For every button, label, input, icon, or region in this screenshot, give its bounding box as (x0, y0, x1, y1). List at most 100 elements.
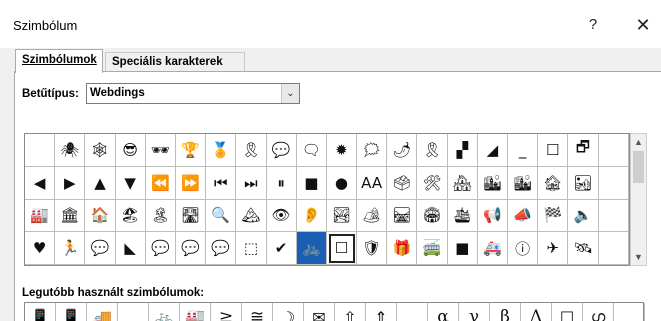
scroll-up-icon[interactable]: ▲ (631, 134, 646, 150)
symbol-cell[interactable]: 🏕 (357, 199, 388, 233)
symbol-cell[interactable]: ⏩ (175, 166, 207, 200)
symbol-cell[interactable]: 🗗 (568, 134, 599, 167)
symbol-cell[interactable]: 🛠 (417, 166, 448, 200)
symbol-cell[interactable]: 🎗 (417, 134, 448, 167)
recent-symbol-cell[interactable]: 📱 (25, 303, 56, 321)
symbol-cell[interactable]: 🏖 (115, 199, 146, 233)
symbol-cell[interactable]: 📣 (508, 199, 539, 233)
symbol-cell[interactable]: 👁 (266, 199, 297, 233)
recent-symbol-cell[interactable]: ≥ (211, 303, 242, 321)
symbol-cell[interactable]: ● (326, 166, 358, 200)
tab-symbols[interactable]: Szimbólumok (15, 49, 103, 73)
recent-symbol-cell[interactable]: ✉ (304, 303, 335, 321)
symbol-cell[interactable]: 🗨 (296, 134, 327, 167)
symbol-cell[interactable]: ■ (296, 166, 327, 200)
symbol-cell[interactable]: 🎗 (236, 134, 267, 167)
symbol-cell[interactable] (598, 199, 629, 233)
symbol-cell[interactable]: AA (357, 166, 388, 200)
symbol-cell[interactable]: 🏆 (175, 134, 207, 167)
help-button[interactable]: ? (578, 12, 608, 38)
symbol-cell[interactable]: ▲ (85, 166, 116, 200)
scroll-down-icon[interactable]: ▼ (631, 249, 646, 265)
symbol-cell[interactable]: 🛡 (357, 232, 388, 265)
symbol-cell[interactable]: 💬 (175, 232, 207, 265)
symbol-cell[interactable]: 🏘 (447, 166, 478, 200)
symbol-cell[interactable]: 🎁 (387, 232, 418, 265)
symbol-cell[interactable]: ⬚ (236, 232, 267, 265)
symbol-cell[interactable]: 🏚 (538, 166, 569, 200)
symbol-cell[interactable]: ◀ (25, 166, 56, 200)
symbol-cell[interactable]: ✹ (326, 134, 358, 167)
recent-symbol-cell[interactable]: 🏭 (180, 303, 211, 321)
recent-symbol-cell[interactable]: Δ (521, 303, 552, 321)
symbol-grid-scrollbar[interactable]: ▲ ▼ (630, 133, 647, 266)
recent-symbol-cell[interactable] (118, 303, 149, 321)
symbol-cell[interactable]: 🚑 (477, 232, 508, 265)
font-dropdown[interactable]: Webdings ⌄ (86, 83, 300, 104)
recent-symbol-cell[interactable]: β (490, 303, 521, 321)
symbol-cell[interactable]: 🏙 (477, 166, 508, 200)
recent-symbol-cell[interactable]: γ (459, 303, 490, 321)
recent-symbol-cell[interactable]: ⇑ (366, 303, 397, 321)
symbol-cell[interactable]: 🔈 (568, 199, 599, 233)
symbol-cell[interactable]: 🏟 (417, 199, 448, 233)
symbol-cell[interactable] (598, 166, 629, 200)
symbol-cell[interactable]: 🔍 (206, 199, 237, 233)
symbol-cell[interactable]: 💬 (206, 232, 237, 265)
recent-symbol-cell[interactable]: ⇧ (335, 303, 366, 321)
symbol-cell[interactable]: 🏁 (538, 199, 569, 233)
recent-symbol-cell[interactable]: α (428, 303, 459, 321)
symbol-cell[interactable]: 😎 (115, 134, 146, 167)
symbol-cell[interactable]: 💬 (266, 134, 297, 167)
symbol-cell[interactable]: ✔ (266, 232, 297, 265)
symbol-cell[interactable]: ▼ (115, 166, 146, 200)
recent-symbol-cell[interactable]: 📱 (56, 303, 87, 321)
symbol-cell[interactable]: ◢ (477, 134, 508, 167)
symbol-cell[interactable]: 🚎 (417, 232, 448, 265)
symbol-cell[interactable]: 🏅 (206, 134, 237, 167)
symbol-cell[interactable]: 🛤 (387, 199, 418, 233)
symbol-cell[interactable]: 📢 (477, 199, 508, 233)
symbol-cell[interactable]: 🏭 (25, 199, 56, 233)
symbol-cell[interactable]: ♥ (25, 232, 56, 265)
symbol-cell[interactable]: 💬 (145, 232, 176, 265)
symbol-cell[interactable]: ■ (447, 232, 478, 265)
recent-symbol-cell[interactable] (614, 303, 645, 321)
symbol-cell[interactable]: ⏭ (236, 166, 267, 200)
symbol-cell[interactable]: 🏔 (236, 199, 267, 233)
symbol-cell[interactable]: ▶ (55, 166, 86, 200)
symbol-cell[interactable]: ⏮ (206, 166, 237, 200)
symbol-cell[interactable]: 🏞 (326, 199, 358, 233)
symbol-cell[interactable]: 🏠 (85, 199, 116, 233)
symbol-cell[interactable]: ☐ (538, 134, 569, 167)
recent-symbol-cell[interactable]: ≅ (242, 303, 273, 321)
symbol-cell[interactable]: 🕸 (85, 134, 116, 167)
symbol-cell[interactable]: ☐ (326, 232, 358, 265)
symbol-cell[interactable]: 🏝 (145, 199, 176, 233)
symbol-cell[interactable]: ✈ (538, 232, 569, 265)
tab-special-characters[interactable]: Speciális karakterek (105, 52, 245, 72)
symbol-cell[interactable] (598, 232, 629, 265)
symbol-cell[interactable]: 💬 (85, 232, 116, 265)
symbol-cell[interactable] (25, 134, 56, 167)
symbol-cell[interactable]: 🏙 (508, 166, 539, 200)
symbol-cell[interactable]: ⓘ (508, 232, 539, 265)
symbol-cell[interactable]: ◣ (115, 232, 146, 265)
scroll-thumb[interactable] (633, 151, 644, 183)
symbol-cell[interactable]: 🏛 (55, 199, 86, 233)
recent-symbol-cell[interactable]: 🚲 (149, 303, 180, 321)
recent-symbol-cell[interactable]: ഗ (583, 303, 614, 321)
recent-symbol-cell[interactable] (397, 303, 428, 321)
close-button[interactable]: ✕ (628, 12, 658, 38)
symbol-cell[interactable]: 🕷 (55, 134, 86, 167)
symbol-cell[interactable]: 🏃 (55, 232, 86, 265)
symbol-cell[interactable]: 🕶 (145, 134, 176, 167)
recent-symbol-cell[interactable]: ☐ (552, 303, 583, 321)
chevron-down-icon[interactable]: ⌄ (281, 84, 299, 103)
recent-symbol-cell[interactable]: 🚚 (87, 303, 118, 321)
symbol-cell[interactable]: 🗯 (357, 134, 388, 167)
symbol-cell[interactable]: 🏜 (568, 166, 599, 200)
symbol-cell[interactable]: 🛣 (175, 199, 207, 233)
symbol-cell[interactable]: 🗳 (387, 166, 418, 200)
recent-symbol-cell[interactable]: ☽ (273, 303, 304, 321)
